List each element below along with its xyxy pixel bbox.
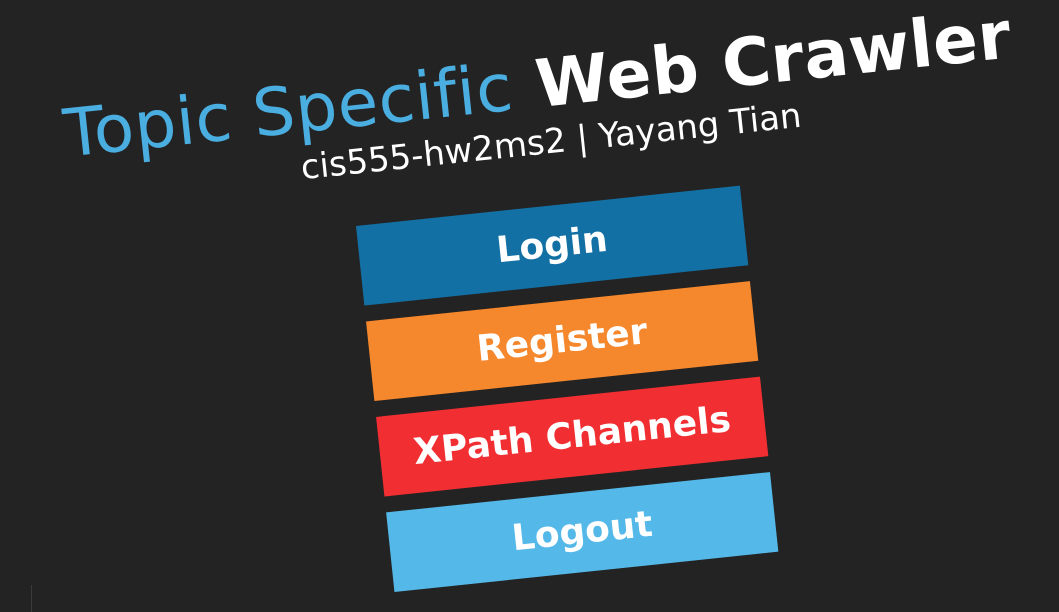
divider [31,585,32,612]
main-menu: Login Register XPath Channels Logout [356,185,780,608]
header: Topic Specific Web Crawler cis555-hw2ms2… [60,0,1015,188]
page: Topic Specific Web Crawler cis555-hw2ms2… [0,0,1059,612]
